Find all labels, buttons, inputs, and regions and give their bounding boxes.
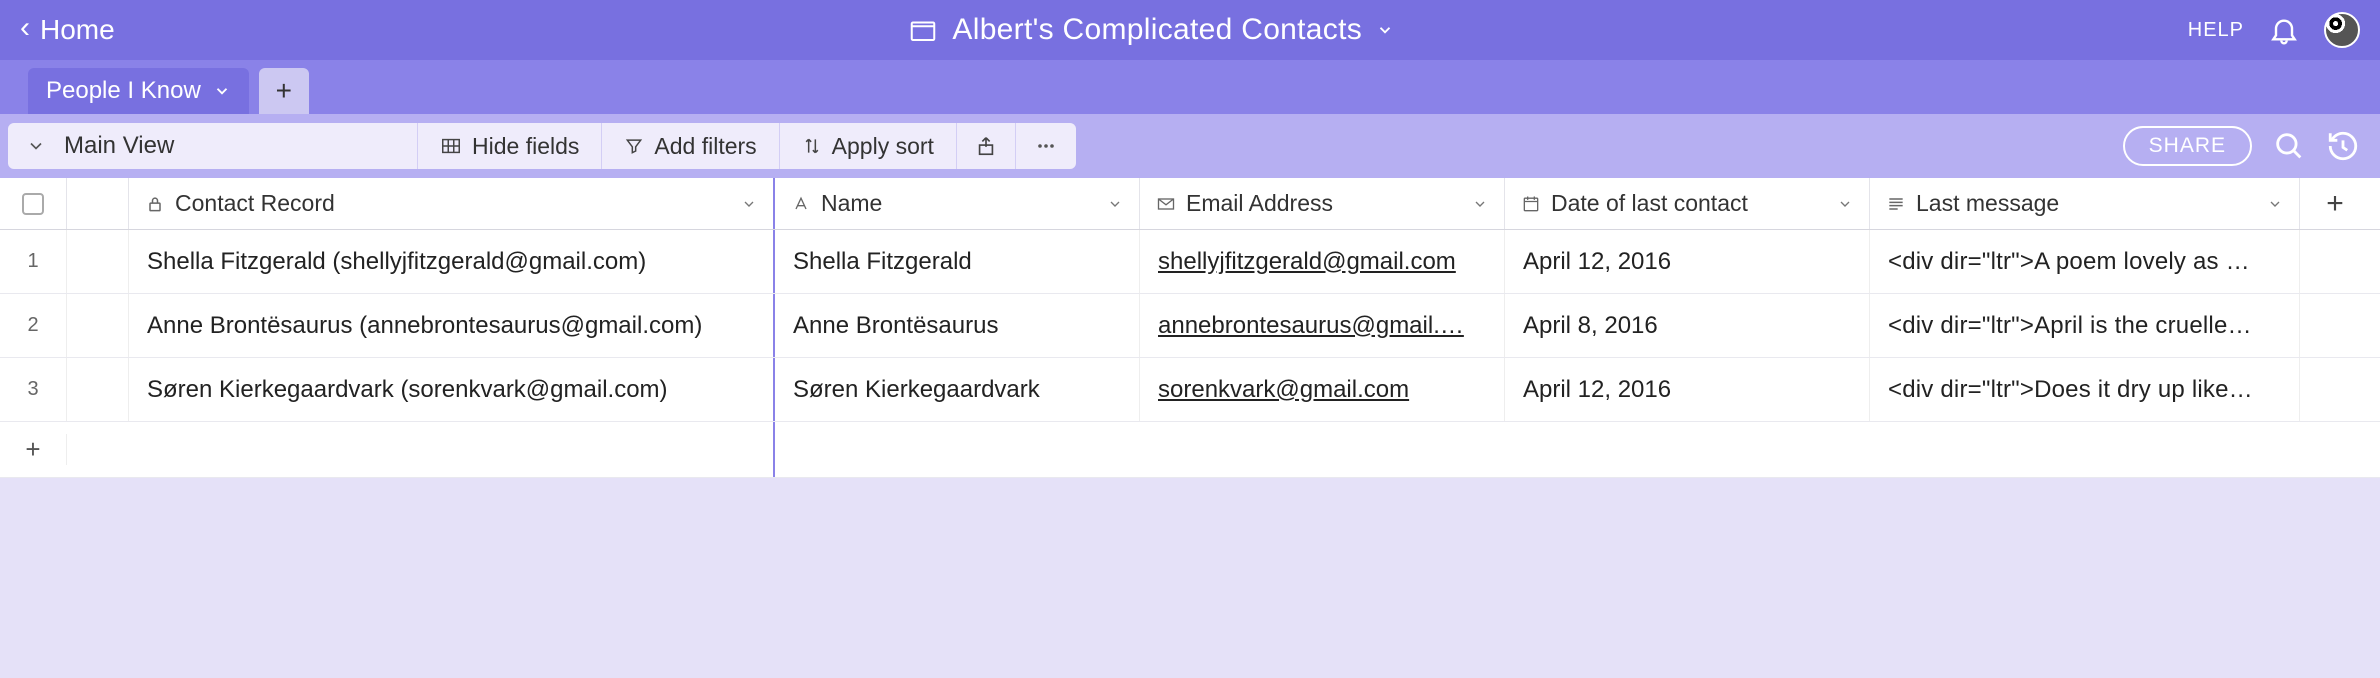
top-navbar: ‹ Home Albert's Complicated Contacts HEL… [0, 0, 2380, 60]
select-all-checkbox[interactable] [22, 193, 44, 215]
column-name[interactable]: Name [775, 178, 1140, 229]
home-link[interactable]: ‹ Home [20, 14, 115, 46]
envelope-icon [1156, 194, 1176, 214]
cell-name[interactable]: Shella Fitzgerald [775, 230, 1140, 293]
add-row-spacer [67, 422, 775, 477]
chevron-down-icon [2267, 196, 2283, 212]
add-table-button[interactable]: + [259, 68, 309, 114]
help-link[interactable]: HELP [2188, 19, 2244, 42]
column-date[interactable]: Date of last contact [1505, 178, 1870, 229]
chevron-down-icon [213, 82, 231, 100]
add-row-button[interactable]: + [0, 434, 67, 465]
cell-name[interactable]: Anne Brontësaurus [775, 294, 1140, 357]
column-label: Name [821, 190, 882, 217]
table-row: 3 Søren Kierkegaardvark (sorenkvark@gmai… [0, 358, 2380, 422]
share-view-button[interactable] [957, 123, 1016, 169]
cell-date[interactable]: April 12, 2016 [1505, 230, 1870, 293]
apply-sort-label: Apply sort [832, 133, 934, 160]
cell-date[interactable]: April 8, 2016 [1505, 294, 1870, 357]
table-row: 2 Anne Brontësaurus (annebrontesaurus@gm… [0, 294, 2380, 358]
cell-message[interactable]: <div dir="ltr">A poem lovely as … [1870, 230, 2300, 293]
ellipsis-icon [1034, 134, 1058, 158]
table-tab-bar: People I Know + [0, 60, 2380, 114]
lock-icon [145, 194, 165, 214]
home-label: Home [40, 14, 115, 46]
base-name: Albert's Complicated Contacts [952, 13, 1362, 47]
header-row: Contact Record Name Email Address [0, 178, 2380, 230]
cell-contact-record[interactable]: Anne Brontësaurus (annebrontesaurus@gmai… [129, 294, 775, 357]
share-up-icon [975, 135, 997, 157]
toolbar-left: Main View Hide fields Add filters Apply … [8, 123, 1076, 169]
view-switcher[interactable]: Main View [8, 123, 418, 169]
cell-email[interactable]: shellyjfitzgerald@gmail.com [1140, 230, 1505, 293]
add-column-button[interactable]: + [2300, 178, 2370, 229]
expand-cell[interactable] [67, 294, 129, 357]
expand-col-header [67, 178, 129, 229]
add-filters-label: Add filters [654, 133, 756, 160]
top-right-controls: HELP [2188, 12, 2360, 48]
apply-sort-button[interactable]: Apply sort [780, 123, 957, 169]
add-filters-button[interactable]: Add filters [602, 123, 779, 169]
column-label: Email Address [1186, 190, 1333, 217]
view-toolbar: Main View Hide fields Add filters Apply … [0, 114, 2380, 178]
cell-email[interactable]: annebrontesaurus@gmail.… [1140, 294, 1505, 357]
avatar[interactable] [2324, 12, 2360, 48]
folder-icon [908, 15, 938, 45]
chevron-down-icon [1376, 21, 1394, 39]
cell-message[interactable]: <div dir="ltr">Does it dry up like… [1870, 358, 2300, 421]
row-number[interactable]: 1 [0, 230, 67, 293]
hide-fields-label: Hide fields [472, 133, 579, 160]
tab-people-i-know[interactable]: People I Know [28, 68, 249, 114]
cell-email[interactable]: sorenkvark@gmail.com [1140, 358, 1505, 421]
below-grid-area [0, 478, 2380, 678]
cell-date[interactable]: April 12, 2016 [1505, 358, 1870, 421]
cell-message[interactable]: <div dir="ltr">April is the cruelle… [1870, 294, 2300, 357]
base-switcher[interactable]: Albert's Complicated Contacts [908, 13, 1394, 47]
row-number[interactable]: 2 [0, 294, 67, 357]
select-all-cell[interactable] [0, 178, 67, 229]
chevron-down-icon [26, 136, 46, 156]
grid-icon [440, 135, 462, 157]
chevron-down-icon [1472, 196, 1488, 212]
column-email[interactable]: Email Address [1140, 178, 1505, 229]
expand-cell[interactable] [67, 358, 129, 421]
more-options-button[interactable] [1016, 123, 1076, 169]
filter-icon [624, 136, 644, 156]
table-row: 1 Shella Fitzgerald (shellyjfitzgerald@g… [0, 230, 2380, 294]
column-label: Contact Record [175, 190, 335, 217]
column-label: Date of last contact [1551, 190, 1748, 217]
bell-icon[interactable] [2268, 14, 2300, 46]
longtext-icon [1886, 194, 1906, 214]
history-icon[interactable] [2326, 129, 2360, 163]
chevron-down-icon [741, 196, 757, 212]
data-grid: Contact Record Name Email Address [0, 178, 2380, 478]
back-chevron-icon: ‹ [20, 13, 30, 43]
chevron-down-icon [1107, 196, 1123, 212]
row-number[interactable]: 3 [0, 358, 67, 421]
cell-contact-record[interactable]: Søren Kierkegaardvark (sorenkvark@gmail.… [129, 358, 775, 421]
cell-name[interactable]: Søren Kierkegaardvark [775, 358, 1140, 421]
text-icon [791, 194, 811, 214]
calendar-icon [1521, 194, 1541, 214]
sort-icon [802, 136, 822, 156]
expand-cell[interactable] [67, 230, 129, 293]
search-icon[interactable] [2272, 129, 2306, 163]
hide-fields-button[interactable]: Hide fields [418, 123, 602, 169]
tab-label: People I Know [46, 77, 201, 105]
chevron-down-icon [1837, 196, 1853, 212]
cell-contact-record[interactable]: Shella Fitzgerald (shellyjfitzgerald@gma… [129, 230, 775, 293]
share-button[interactable]: SHARE [2123, 126, 2252, 166]
column-last-message[interactable]: Last message [1870, 178, 2300, 229]
add-row[interactable]: + [0, 422, 2380, 478]
column-contact-record[interactable]: Contact Record [129, 178, 775, 229]
view-name-label: Main View [64, 132, 174, 160]
toolbar-right: SHARE [2123, 126, 2360, 166]
column-label: Last message [1916, 190, 2059, 217]
